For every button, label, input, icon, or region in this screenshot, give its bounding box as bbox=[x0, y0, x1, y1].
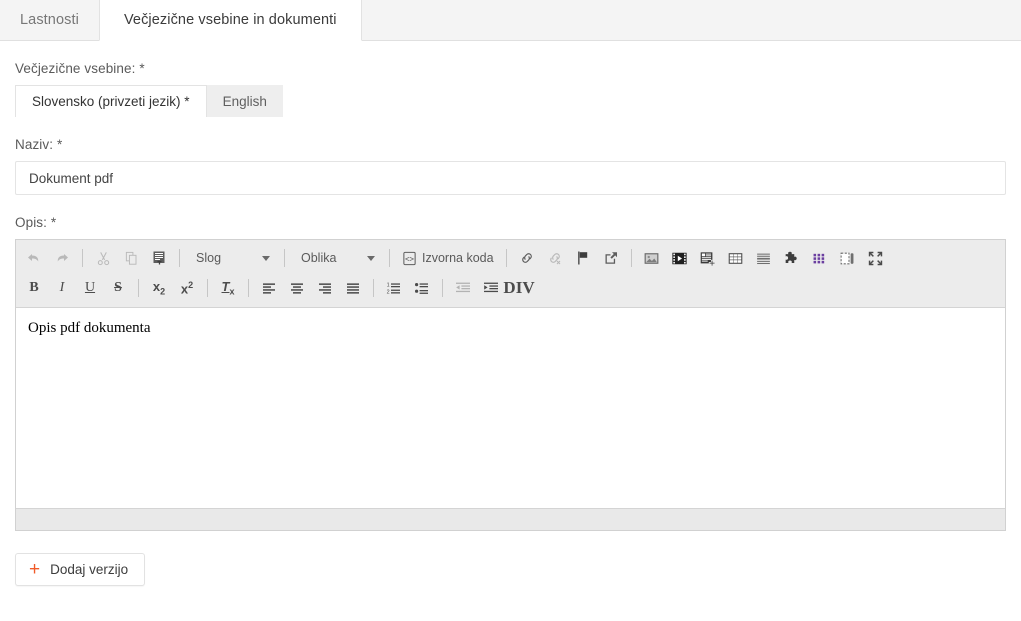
paste-text-icon[interactable] bbox=[146, 246, 172, 270]
subscript-button[interactable]: x2 bbox=[146, 276, 172, 300]
rich-text-editor: Slog Oblika <> Izvorna koda B I U S x2 x… bbox=[15, 239, 1006, 531]
page-body: Večjezične vsebine: * Slovensko (privzet… bbox=[0, 61, 1021, 586]
image-icon[interactable] bbox=[639, 246, 665, 270]
chevron-down-icon bbox=[262, 255, 270, 261]
svg-text:2: 2 bbox=[387, 289, 390, 295]
page-break-icon[interactable] bbox=[835, 246, 861, 270]
strikethrough-button[interactable]: S bbox=[105, 276, 131, 300]
strikethrough-label: S bbox=[114, 280, 122, 295]
div-container-icon[interactable] bbox=[534, 276, 560, 300]
toolbar-separator bbox=[389, 249, 390, 267]
editor-status-bar bbox=[16, 509, 1005, 530]
blockquote-label: DIV bbox=[503, 277, 535, 297]
source-code-label: Izvorna koda bbox=[422, 251, 494, 265]
language-tab-strip: Slovensko (privzeti jezik) * English bbox=[15, 85, 1006, 117]
editor-toolbar: Slog Oblika <> Izvorna koda B I U S x2 x… bbox=[16, 240, 1005, 308]
style-dropdown[interactable]: Slog bbox=[188, 246, 276, 270]
align-right-icon[interactable] bbox=[312, 276, 338, 300]
horizontal-rule-icon[interactable] bbox=[751, 246, 777, 270]
plus-icon: + bbox=[29, 559, 41, 580]
link-icon[interactable] bbox=[514, 246, 540, 270]
editor-toolbar-row-2: B I U S x2 x2 Tx 1 2 DIV bbox=[20, 273, 1001, 303]
special-character-icon[interactable] bbox=[807, 246, 833, 270]
title-field-label: Naziv: * bbox=[15, 137, 63, 152]
chevron-down-icon bbox=[367, 255, 375, 261]
editor-paragraph: Opis pdf dokumenta bbox=[28, 320, 151, 336]
indent-icon[interactable] bbox=[478, 276, 504, 300]
format-dropdown[interactable]: Oblika bbox=[293, 246, 381, 270]
video-icon[interactable] bbox=[667, 246, 693, 270]
toolbar-separator bbox=[284, 249, 285, 267]
align-left-icon[interactable] bbox=[256, 276, 282, 300]
unlink-icon[interactable] bbox=[542, 246, 568, 270]
bold-button[interactable]: B bbox=[21, 276, 47, 300]
style-dropdown-label: Slog bbox=[196, 251, 222, 265]
top-tab-strip: Lastnosti Večjezične vsebine in dokument… bbox=[0, 0, 1021, 41]
external-link-icon[interactable] bbox=[598, 246, 624, 270]
add-version-label: Dodaj verzijo bbox=[50, 562, 129, 577]
title-input[interactable] bbox=[15, 161, 1006, 195]
italic-button[interactable]: I bbox=[49, 276, 75, 300]
toolbar-separator bbox=[248, 279, 249, 297]
superscript-label: x2 bbox=[180, 279, 194, 297]
remove-format-label: Tx bbox=[221, 279, 235, 297]
toolbar-separator bbox=[442, 279, 443, 297]
language-tab-label: English bbox=[222, 93, 267, 109]
copy-icon[interactable] bbox=[118, 246, 144, 270]
cut-icon[interactable] bbox=[90, 246, 116, 270]
document-insert-icon[interactable] bbox=[695, 246, 721, 270]
italic-label: I bbox=[59, 280, 65, 295]
svg-text:1: 1 bbox=[387, 283, 390, 289]
subscript-index: 2 bbox=[160, 286, 166, 297]
anchor-flag-icon[interactable] bbox=[570, 246, 596, 270]
toolbar-separator bbox=[179, 249, 180, 267]
bold-label: B bbox=[29, 280, 39, 295]
superscript-index: 2 bbox=[188, 279, 194, 290]
undo-icon[interactable] bbox=[21, 246, 47, 270]
editor-toolbar-row-1: Slog Oblika <> Izvorna koda bbox=[20, 243, 1001, 273]
source-code-icon: <> bbox=[402, 251, 417, 266]
language-tab-slovensko[interactable]: Slovensko (privzeti jezik) * bbox=[15, 85, 207, 117]
blockquote-icon[interactable]: DIV bbox=[503, 276, 535, 300]
svg-text:<>: <> bbox=[405, 254, 415, 263]
source-code-button[interactable]: <> Izvorna koda bbox=[396, 246, 500, 270]
tab-label: Večjezične vsebine in dokumenti bbox=[123, 12, 337, 28]
align-center-icon[interactable] bbox=[284, 276, 310, 300]
underline-label: U bbox=[84, 280, 96, 295]
align-justify-icon[interactable] bbox=[340, 276, 366, 300]
remove-format-index: x bbox=[229, 286, 235, 297]
add-version-button[interactable]: + Dodaj verzijo bbox=[15, 553, 146, 586]
language-tab-label: Slovensko (privzeti jezik) * bbox=[32, 94, 190, 109]
toolbar-separator bbox=[82, 249, 83, 267]
superscript-button[interactable]: x2 bbox=[174, 276, 200, 300]
bulleted-list-icon[interactable] bbox=[409, 276, 435, 300]
puzzle-plugin-icon[interactable] bbox=[779, 246, 805, 270]
outdent-icon[interactable] bbox=[450, 276, 476, 300]
table-icon[interactable] bbox=[723, 246, 749, 270]
subscript-label: x2 bbox=[152, 279, 166, 297]
language-tab-english[interactable]: English bbox=[206, 85, 283, 117]
format-dropdown-label: Oblika bbox=[301, 251, 337, 265]
editor-content-area[interactable]: Opis pdf dokumenta bbox=[16, 308, 1005, 509]
toolbar-separator bbox=[138, 279, 139, 297]
tab-lastnosti[interactable]: Lastnosti bbox=[0, 0, 99, 40]
numbered-list-icon[interactable]: 12 bbox=[381, 276, 407, 300]
multilingual-content-label: Večjezične vsebine: * bbox=[15, 61, 145, 76]
maximize-icon[interactable] bbox=[863, 246, 889, 270]
description-field-label: Opis: * bbox=[15, 215, 57, 230]
toolbar-separator bbox=[630, 249, 632, 267]
redo-icon[interactable] bbox=[49, 246, 75, 270]
tab-vecjezicne-vsebine-in-dokumenti[interactable]: Večjezične vsebine in dokumenti bbox=[98, 0, 362, 41]
underline-button[interactable]: U bbox=[77, 276, 103, 300]
tab-label: Lastnosti bbox=[20, 12, 79, 28]
toolbar-separator bbox=[505, 249, 507, 267]
toolbar-separator bbox=[373, 279, 374, 297]
remove-format-button[interactable]: Tx bbox=[215, 276, 241, 300]
toolbar-separator bbox=[207, 279, 208, 297]
